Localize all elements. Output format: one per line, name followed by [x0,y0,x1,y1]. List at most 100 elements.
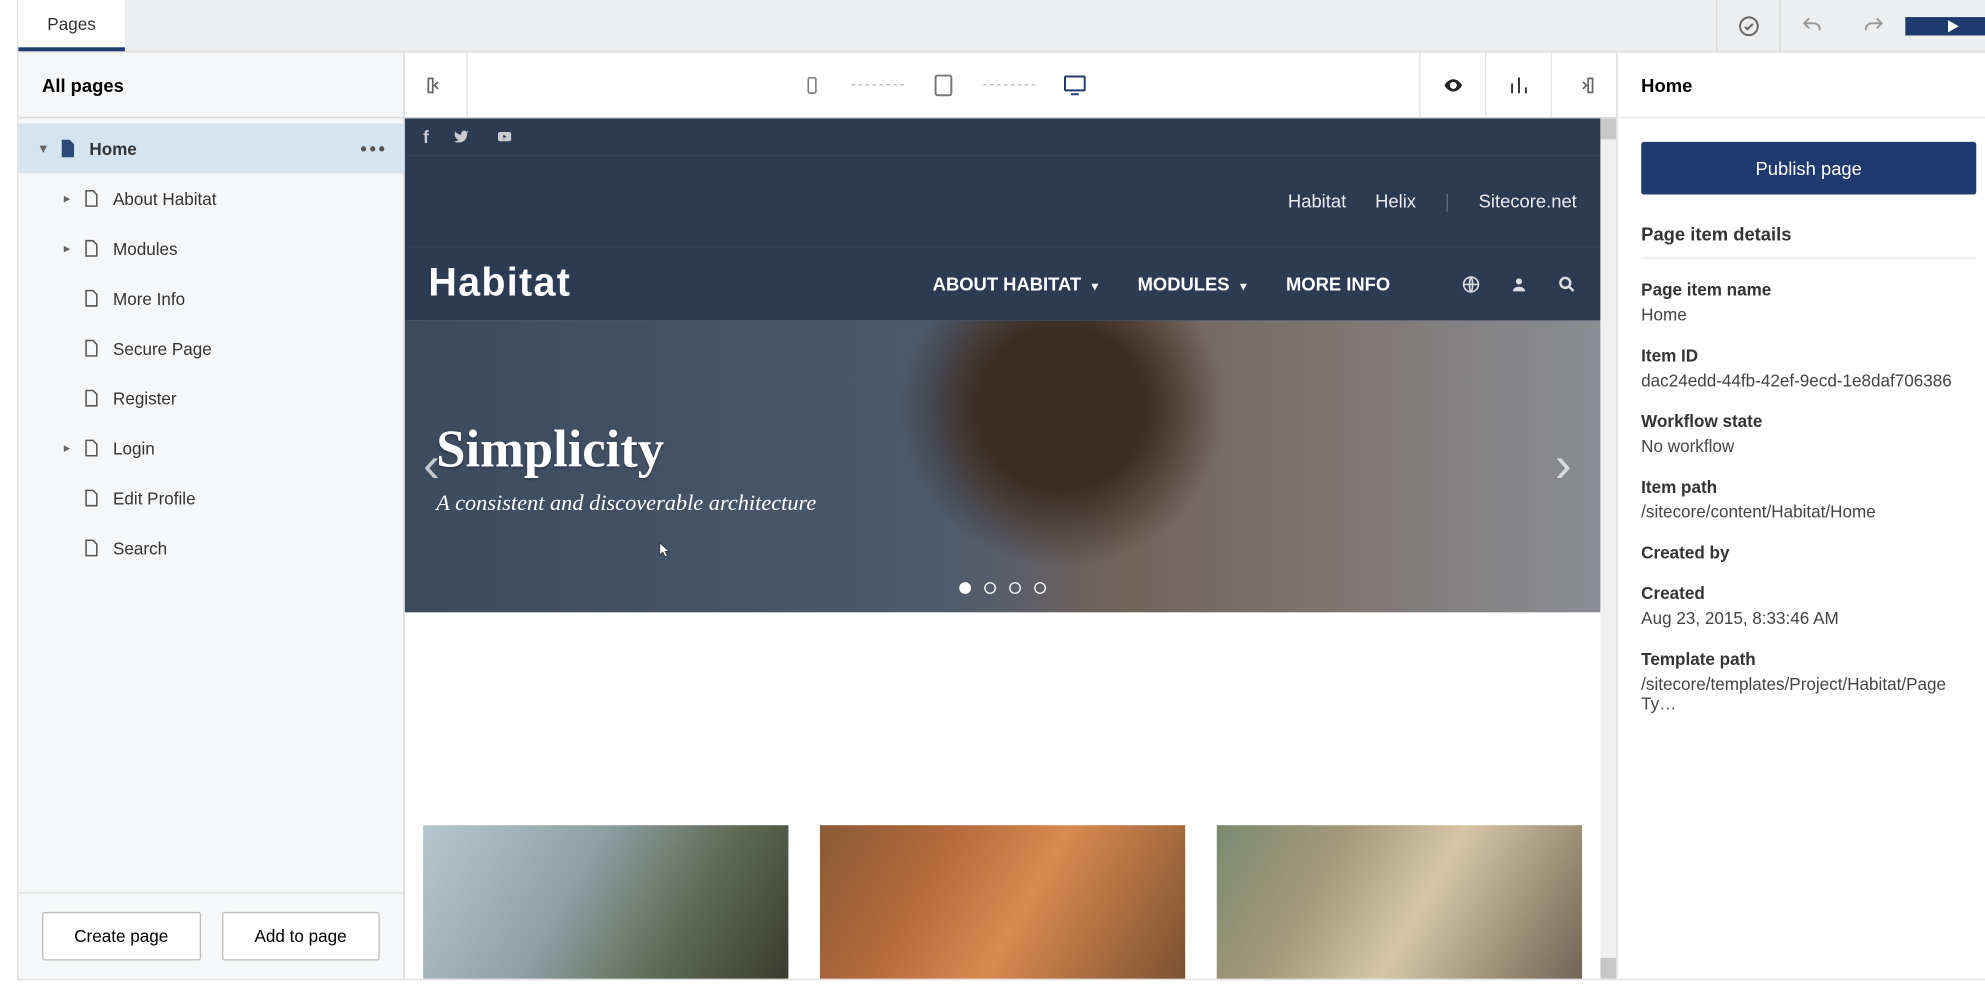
page-tree: ▾ Home ••• ▸ About Habitat ▸ Modules [18,118,403,892]
field-label-workflow: Workflow state [1641,411,1976,431]
main-row: All pages ▾ Home ••• ▸ About Habitat [18,53,1985,979]
hero-subtitle: A consistent and discoverable architectu… [436,489,1600,515]
checkmark-circle-icon[interactable] [1716,0,1779,52]
add-to-page-button[interactable]: Add to page [221,912,379,961]
device-switcher [468,69,1419,101]
field-label-createdby: Created by [1641,543,1976,563]
details-section-title: Page item details [1641,223,1976,258]
canvas-toolbar [405,53,1617,119]
publish-page-label: Publish page [1756,158,1862,179]
nav-modules-label: MODULES [1138,273,1230,294]
more-icon[interactable]: ••• [360,138,387,159]
device-separator [983,84,1036,85]
field-label-name: Page item name [1641,280,1976,300]
site-nav: Habitat ABOUT HABITAT▼ MODULES▼ MORE INF… [405,247,1601,321]
right-panel-header: Home [1618,53,1985,119]
user-icon[interactable] [1510,274,1528,294]
chevron-right-icon[interactable]: ▸ [58,241,76,255]
field-value-name: Home [1641,305,1976,325]
chevron-down-icon[interactable]: ▾ [34,141,52,155]
scroll-arrow-down[interactable] [1600,958,1616,979]
page-icon [76,288,105,309]
tablet-icon[interactable] [928,69,960,101]
search-icon[interactable] [1557,274,1577,294]
play-button[interactable] [1905,16,1985,34]
chevron-right-icon[interactable]: ▸ [58,191,76,205]
page-icon [76,238,105,259]
carousel-dots [959,582,1046,594]
nav-more-info[interactable]: MORE INFO [1286,273,1390,294]
card-image[interactable] [1217,825,1582,979]
topbar: Pages [18,0,1985,53]
hero-carousel: Simplicity A consistent and discoverable… [405,321,1601,613]
eye-icon[interactable] [1419,53,1485,117]
topbar-icons [1716,0,1985,51]
sidebar-footer: Create page Add to page [18,892,403,979]
carousel-dot[interactable] [984,582,996,594]
tree-item-label: Search [113,538,167,558]
add-to-page-label: Add to page [255,926,347,946]
tree-item-secure-page[interactable]: Secure Page [18,323,403,373]
tree-item-edit-profile[interactable]: Edit Profile [18,473,403,523]
page-icon [76,188,105,209]
nav-about[interactable]: ABOUT HABITAT▼ [933,273,1101,294]
nav-about-label: ABOUT HABITAT [933,273,1082,294]
tree-item-register[interactable]: Register [18,373,403,423]
tree-item-search[interactable]: Search [18,523,403,573]
app-window: Pages All pages ▾ [17,0,1985,980]
publish-page-button[interactable]: Publish page [1641,142,1976,195]
top-link-helix[interactable]: Helix [1375,191,1416,212]
tree-item-label: About Habitat [113,189,217,209]
field-label-path: Item path [1641,477,1976,497]
tree-item-label: Register [113,388,177,408]
field-value-template: /sitecore/templates/Project/Habitat/Page… [1641,674,1976,713]
tree-item-label: Home [89,139,136,159]
twitter-icon[interactable] [452,129,470,145]
tree-item-label: Modules [113,238,178,258]
redo-icon[interactable] [1842,0,1905,52]
carousel-dot[interactable] [959,582,971,594]
tree-item-home[interactable]: ▾ Home ••• [18,124,403,174]
youtube-icon[interactable] [495,129,516,145]
globe-icon[interactable] [1461,274,1481,294]
canvas-body: f Habitat Helix | Sitecore.net [405,118,1617,979]
desktop-icon[interactable] [1059,69,1091,101]
card-image[interactable] [820,825,1185,979]
top-link-sitecore[interactable]: Sitecore.net [1479,191,1577,212]
tree-item-about-habitat[interactable]: ▸ About Habitat [18,173,403,223]
tree-item-label: More Info [113,288,185,308]
chevron-right-icon[interactable]: ▸ [58,441,76,455]
analytics-icon[interactable] [1485,53,1551,117]
cursor-icon [654,539,672,563]
tree-item-login[interactable]: ▸ Login [18,423,403,473]
page-icon [76,438,105,459]
facebook-icon[interactable]: f [423,127,429,147]
field-value-workflow: No workflow [1641,436,1976,456]
tab-pages[interactable]: Pages [18,0,124,51]
carousel-dot[interactable] [1009,582,1021,594]
phone-icon[interactable] [796,69,828,101]
preview-frame[interactable]: f Habitat Helix | Sitecore.net [405,118,1601,979]
tree-item-more-info[interactable]: More Info [18,273,403,323]
card-image[interactable] [423,825,788,979]
field-value-path: /sitecore/content/Habitat/Home [1641,502,1976,522]
undo-icon[interactable] [1779,0,1842,52]
right-panel-body: Publish page Page item details Page item… [1618,118,1985,737]
create-page-button[interactable]: Create page [42,912,200,961]
site-logo[interactable]: Habitat [428,261,571,306]
collapse-right-icon[interactable] [1551,53,1617,117]
carousel-dot[interactable] [1034,582,1046,594]
nav-modules[interactable]: MODULES▼ [1138,273,1250,294]
collapse-left-icon[interactable] [405,53,468,117]
page-icon [76,537,105,558]
site-nav-items: ABOUT HABITAT▼ MODULES▼ MORE INFO [933,273,1577,294]
scroll-arrow-up[interactable] [1600,118,1616,139]
tree-item-label: Login [113,438,155,458]
right-panel-title: Home [1641,74,1692,95]
top-link-habitat[interactable]: Habitat [1288,191,1346,212]
vertical-scrollbar[interactable] [1600,118,1616,979]
field-label-template: Template path [1641,649,1976,669]
tree-item-modules[interactable]: ▸ Modules [18,223,403,273]
field-value-id: dac24edd-44fb-42ef-9ecd-1e8daf706386 [1641,371,1976,391]
site-top-links: Habitat Helix | Sitecore.net [405,155,1601,247]
